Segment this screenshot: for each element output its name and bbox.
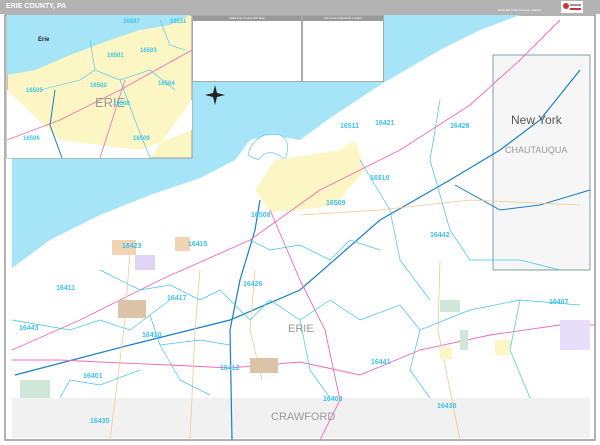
city-label-erie: Erie: [38, 37, 50, 43]
zip-label: 16423: [122, 243, 142, 250]
zip-label: 16415: [188, 241, 208, 248]
zip-label: 16403: [323, 396, 343, 403]
county-label-chautauqua: CHAUTAUQUA: [505, 145, 568, 155]
zip-label: 16407: [549, 299, 569, 306]
zip-label: 16412: [220, 365, 240, 372]
zip-label: 16508: [251, 212, 271, 219]
zip-label: 16507: [123, 19, 140, 25]
zip-label: 16426: [243, 281, 263, 288]
zip-label: 16509: [326, 200, 346, 207]
zip-label: 16438: [437, 403, 457, 410]
zip-label: 16421: [375, 120, 395, 127]
state-label-new-york: New York: [511, 113, 562, 127]
county-label-erie: ERIE: [288, 323, 314, 335]
zip-label: 16501: [107, 53, 124, 59]
zip-label: 16411: [56, 285, 76, 292]
zip-label: 16511: [340, 123, 360, 130]
map-legend: 2026 Erie County ZIP Map: [192, 15, 302, 82]
zip-label: 16504: [158, 81, 175, 87]
zip-label: 16417: [167, 295, 187, 302]
zip-label: 16442: [430, 232, 450, 239]
new-york-area: [492, 54, 591, 271]
zip-label: 16510: [370, 175, 390, 182]
zip-label: 16505: [26, 88, 43, 94]
legend-title: 2026 Erie County ZIP Map: [193, 16, 301, 21]
zip-label: 16443: [19, 325, 39, 332]
zip-label: 16509: [133, 136, 150, 142]
index-title: ZIP Code Index/Grid Locator: [303, 16, 383, 21]
county-label-crawford: CRAWFORD: [271, 411, 336, 423]
zip-label: 16401: [83, 373, 103, 380]
zip-label: 16503: [140, 48, 157, 54]
zip-label: 16511: [170, 19, 187, 25]
zip-label: 16506: [23, 136, 40, 142]
zip-label: 16508: [113, 101, 130, 107]
zip-label: 16502: [90, 83, 107, 89]
zip-code-index: ZIP Code Index/Grid Locator: [302, 15, 384, 82]
zip-label: 16428: [450, 123, 470, 130]
zip-label: 16441: [371, 359, 391, 366]
zip-label: 16435: [90, 418, 110, 425]
zip-label: 16410: [142, 332, 162, 339]
